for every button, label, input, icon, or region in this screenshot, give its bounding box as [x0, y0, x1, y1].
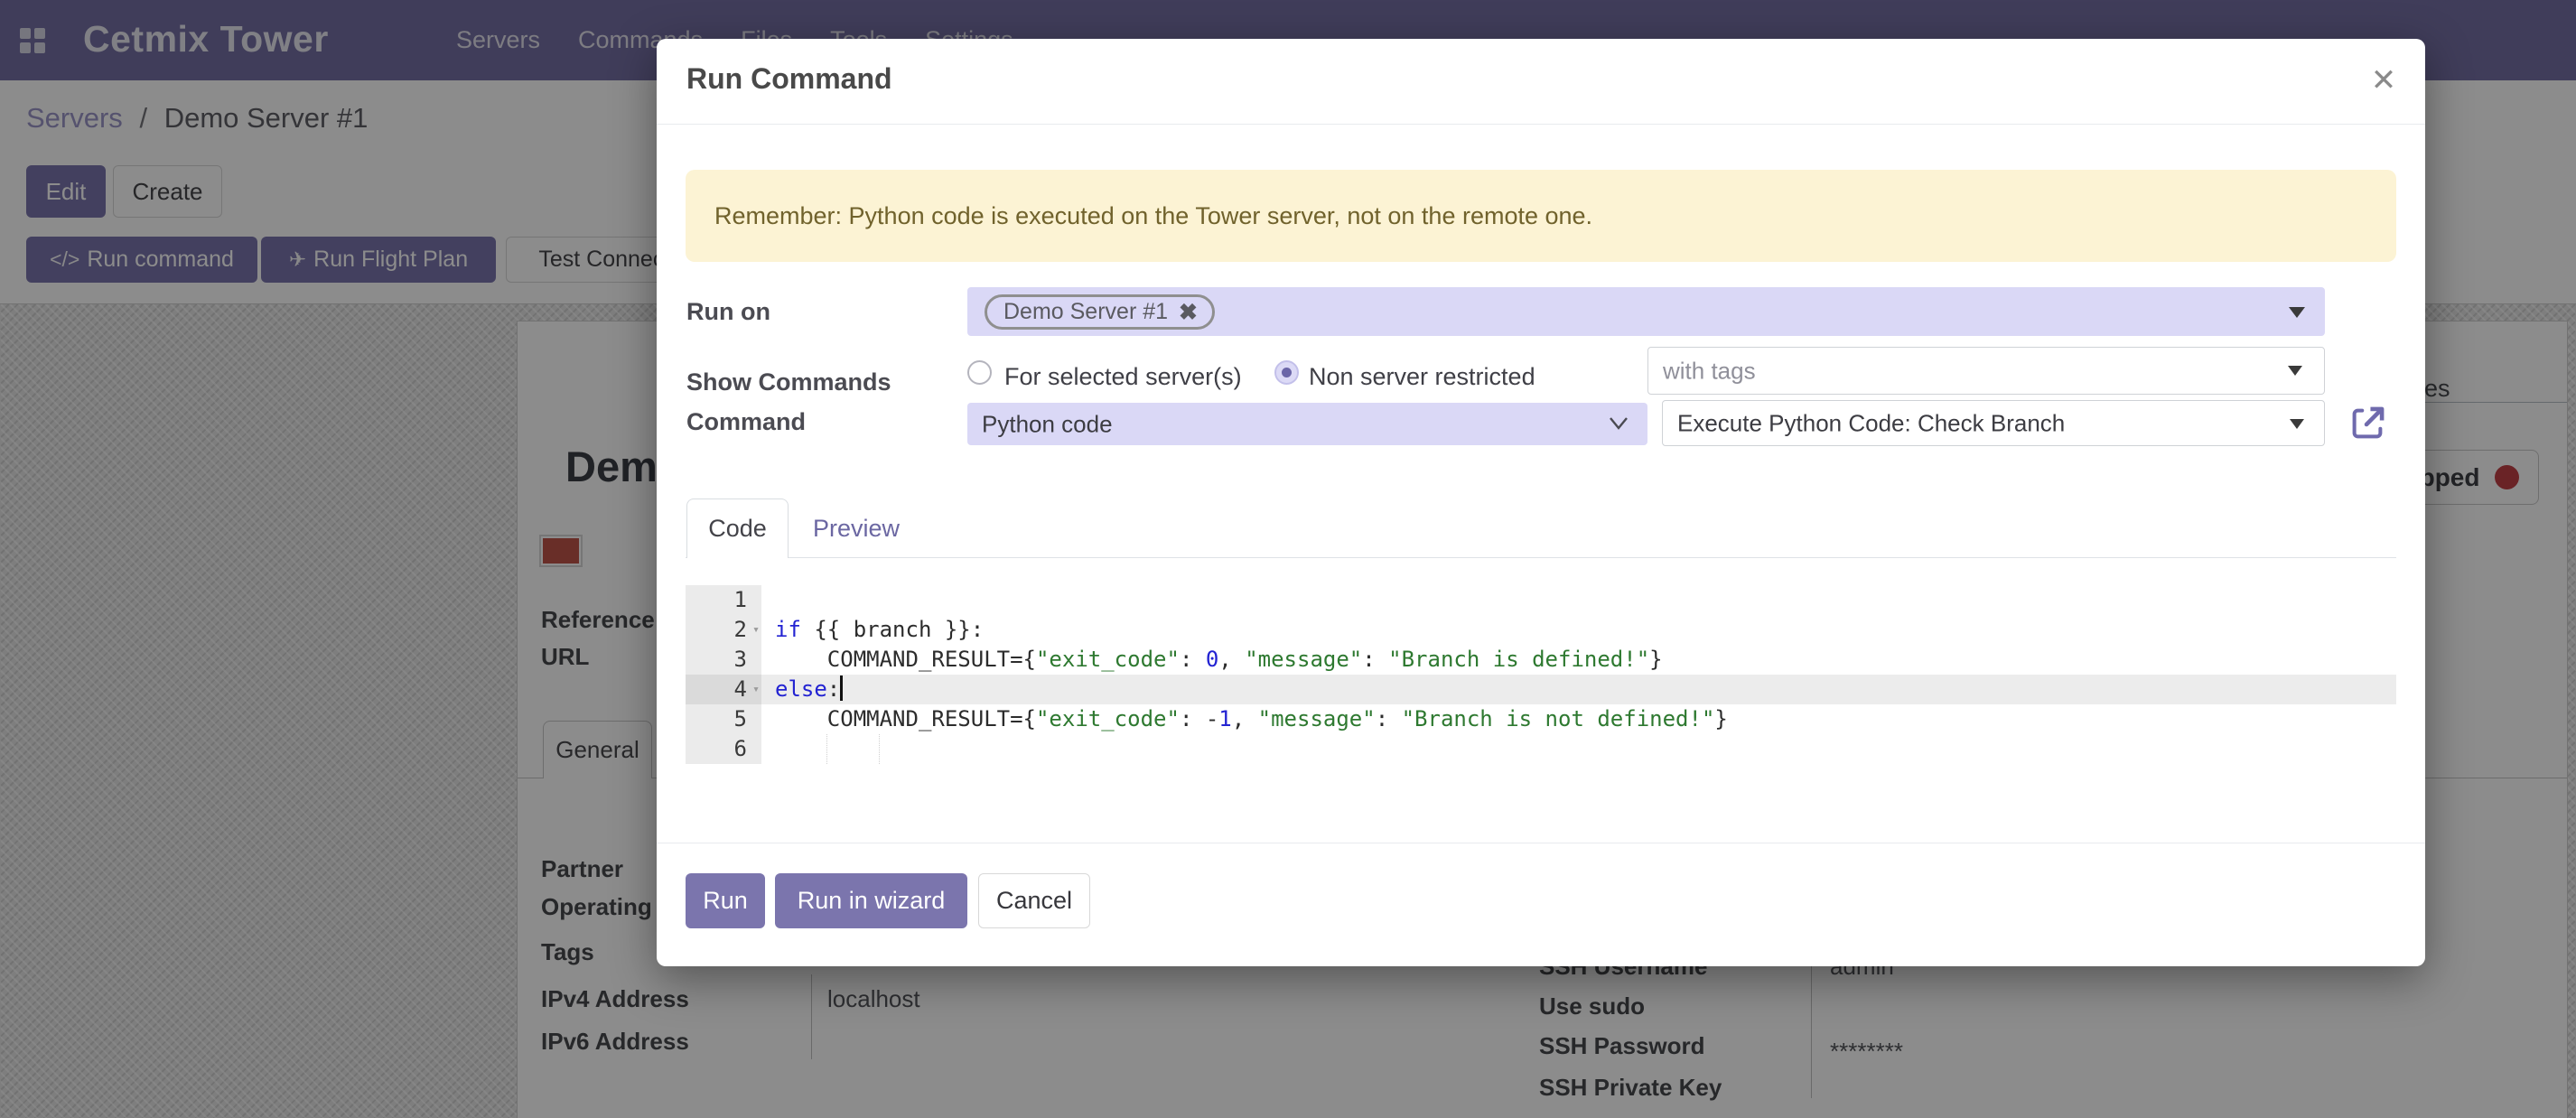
show-commands-label: Show Commands — [686, 368, 891, 396]
editor-content[interactable]: if {{ branch }}: COMMAND_RESULT={"exit_c… — [761, 585, 2396, 764]
tabs-border — [686, 557, 2396, 558]
command-value: Execute Python Code: Check Branch — [1677, 409, 2065, 437]
run-in-wizard-button[interactable]: Run in wizard — [775, 873, 967, 928]
tag-remove-icon[interactable]: ✖ — [1179, 299, 1198, 326]
indent-guide — [879, 734, 880, 764]
gutter-line-3: 3 — [686, 645, 761, 675]
modal-header: Run Command ✕ — [657, 39, 2425, 125]
command-type-value: Python code — [982, 410, 1113, 438]
radio-for-selected-servers[interactable] — [967, 360, 992, 385]
editor-gutter: 12▾34▾56 — [686, 585, 761, 764]
chevron-down-icon — [1608, 415, 1629, 432]
gutter-line-5: 5 — [686, 704, 761, 734]
gutter-line-6: 6 — [686, 734, 761, 764]
radio-non-server-restricted-label[interactable]: Non server restricted — [1309, 363, 1535, 391]
chevron-down-icon — [2288, 366, 2302, 376]
command-select[interactable]: Execute Python Code: Check Branch — [1662, 400, 2325, 446]
code-editor[interactable]: 12▾34▾56 if {{ branch }}: COMMAND_RESULT… — [686, 585, 2396, 766]
python-warning-alert: Remember: Python code is executed on the… — [686, 170, 2396, 262]
command-label: Command — [686, 408, 806, 436]
warning-text: Remember: Python code is executed on the… — [714, 202, 1592, 230]
tab-preview[interactable]: Preview — [798, 498, 915, 558]
indent-guide — [826, 734, 827, 764]
command-type-select[interactable]: Python code — [967, 403, 1647, 445]
code-line-2[interactable]: if {{ branch }}: — [761, 615, 2396, 645]
server-tag-label: Demo Server #1 — [1003, 299, 1168, 325]
with-tags-dropdown[interactable]: with tags — [1647, 347, 2325, 395]
fold-caret-icon[interactable]: ▾ — [752, 675, 760, 704]
modal-title: Run Command — [686, 62, 892, 96]
gutter-line-4: 4▾ — [686, 675, 761, 704]
external-link-icon[interactable] — [2347, 403, 2388, 444]
fold-caret-icon[interactable]: ▾ — [752, 615, 760, 645]
chevron-down-icon — [2289, 307, 2305, 318]
run-command-modal: Run Command ✕ Remember: Python code is e… — [657, 39, 2425, 966]
with-tags-placeholder: with tags — [1663, 357, 1756, 385]
tab-code[interactable]: Code — [686, 498, 789, 558]
code-line-4[interactable]: else: — [761, 675, 2396, 704]
close-icon[interactable]: ✕ — [2364, 61, 2403, 100]
screenshot-root: Cetmix Tower ServersCommandsFilesToolsSe… — [0, 0, 2576, 1118]
gutter-line-2: 2▾ — [686, 615, 761, 645]
text-cursor — [840, 675, 843, 701]
run-on-label: Run on — [686, 298, 770, 326]
radio-for-selected-servers-label[interactable]: For selected server(s) — [1004, 363, 1242, 391]
radio-non-server-restricted[interactable] — [1274, 360, 1299, 385]
code-line-5[interactable]: COMMAND_RESULT={"exit_code": -1, "messag… — [761, 704, 2396, 734]
run-on-multiselect[interactable]: Demo Server #1 ✖ — [967, 287, 2325, 336]
chevron-down-icon — [2290, 419, 2304, 429]
code-line-1[interactable] — [761, 585, 2396, 615]
gutter-line-1: 1 — [686, 585, 761, 615]
run-button[interactable]: Run — [686, 873, 765, 928]
code-line-3[interactable]: COMMAND_RESULT={"exit_code": 0, "message… — [761, 645, 2396, 675]
cancel-button[interactable]: Cancel — [978, 873, 1090, 928]
server-tag: Demo Server #1 ✖ — [985, 294, 1215, 330]
code-line-6[interactable] — [761, 734, 2396, 764]
